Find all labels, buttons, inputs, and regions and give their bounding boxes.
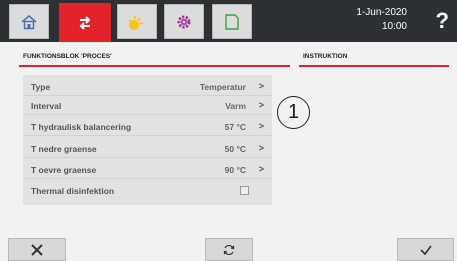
row-value: Temperatur bbox=[199, 82, 246, 92]
row-value: 90 °C bbox=[224, 165, 246, 175]
document-icon bbox=[225, 13, 239, 30]
row-value: 50 °C bbox=[224, 144, 246, 154]
help-button[interactable]: ? bbox=[436, 8, 449, 34]
row-label: Interval bbox=[31, 101, 62, 111]
tab-document[interactable] bbox=[212, 4, 252, 39]
sun-icon bbox=[128, 15, 144, 30]
list-item-type[interactable]: Type Temperatur > bbox=[23, 78, 272, 96]
callout-marker: 1 bbox=[277, 96, 310, 129]
settings-list: Type Temperatur > Interval Varm > T hydr… bbox=[23, 75, 272, 205]
home-icon bbox=[21, 14, 37, 29]
list-item-interval[interactable]: Interval Varm > bbox=[23, 97, 272, 115]
gear-icon bbox=[177, 15, 191, 28]
list-item-thermal-disinfection[interactable]: Thermal disinfektion bbox=[23, 182, 272, 200]
tab-home[interactable] bbox=[9, 4, 49, 39]
chevron-right-icon: > bbox=[258, 81, 264, 91]
row-value: 57 °C bbox=[224, 122, 246, 132]
chevron-right-icon: > bbox=[258, 121, 264, 131]
top-bar: 1-Jun-2020 10:00 ? bbox=[0, 0, 457, 42]
tab-process[interactable] bbox=[59, 3, 111, 42]
row-label: Type bbox=[31, 82, 51, 92]
chevron-right-icon: > bbox=[258, 143, 264, 153]
cancel-button[interactable] bbox=[8, 238, 66, 261]
tab-solar[interactable] bbox=[117, 4, 157, 39]
section-title-process: FUNKTIONSBLOK 'PROCES' bbox=[23, 53, 112, 60]
section-divider-left bbox=[19, 65, 290, 67]
chevron-right-icon: > bbox=[258, 164, 264, 174]
list-item-upper-limit[interactable]: T oevre graense 90 °C > bbox=[23, 161, 272, 179]
list-item-hydraulic-balancing[interactable]: T hydraulisk balancering 57 °C > bbox=[23, 118, 272, 136]
row-label: T hydraulisk balancering bbox=[31, 122, 132, 132]
check-icon bbox=[419, 245, 432, 255]
section-divider-right bbox=[299, 65, 449, 67]
section-title-instruction: INSTRUKTION bbox=[303, 53, 348, 60]
date-time: 1-Jun-2020 10:00 bbox=[356, 6, 407, 34]
row-label: T nedre graense bbox=[31, 144, 97, 154]
tab-settings[interactable] bbox=[164, 4, 204, 39]
row-label: Thermal disinfektion bbox=[31, 186, 115, 196]
chevron-right-icon: > bbox=[258, 100, 264, 110]
row-label: T oevre graense bbox=[31, 165, 97, 175]
confirm-button[interactable] bbox=[397, 238, 454, 261]
time-text: 10:00 bbox=[381, 21, 407, 32]
refresh-icon bbox=[223, 244, 235, 255]
process-icon bbox=[79, 15, 91, 30]
checkbox[interactable] bbox=[240, 186, 249, 195]
reset-button[interactable] bbox=[205, 238, 253, 261]
date-text: 1-Jun-2020 bbox=[356, 7, 407, 18]
list-item-lower-limit[interactable]: T nedre graense 50 °C > bbox=[23, 140, 272, 158]
close-icon bbox=[31, 243, 43, 256]
row-value: Varm bbox=[225, 101, 246, 111]
